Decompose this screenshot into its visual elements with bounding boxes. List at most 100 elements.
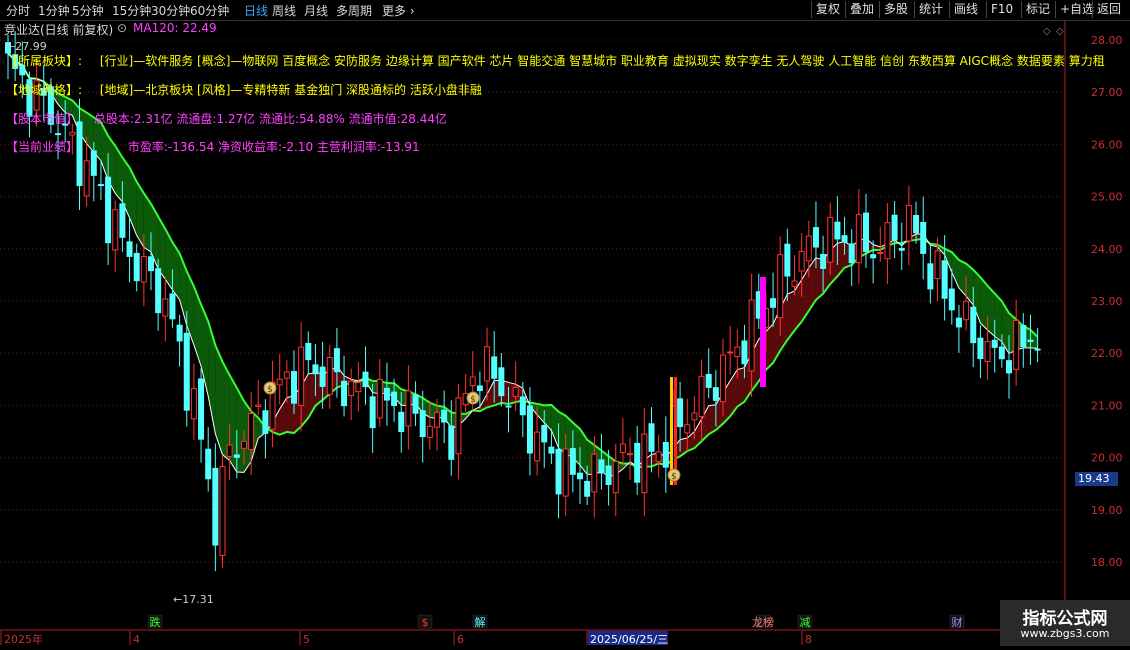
candle-body: [827, 216, 834, 263]
candle-body: [748, 299, 755, 372]
candle-body: [720, 354, 726, 403]
x-tick-label: 8: [805, 633, 812, 646]
candle-body: [791, 280, 798, 287]
candle-body: [484, 346, 491, 382]
low-annotation: ←17.31: [173, 593, 214, 606]
candle-body: [126, 241, 133, 257]
event-marker-3: 龙榜: [752, 615, 774, 629]
candle-body: [183, 332, 190, 411]
diamond-icon: ◇: [1056, 26, 1064, 37]
candle-body: [412, 394, 419, 414]
candle-body: [641, 433, 648, 494]
candle-body: [591, 453, 598, 493]
region-row: 【地域风格】: [地域]—北京板块 [风格]—专精特新 基金独门 深股通标的 活…: [6, 81, 482, 98]
trend-band: [958, 260, 967, 297]
candle-body: [233, 454, 240, 458]
y-tick-label: 18.00: [1091, 556, 1123, 569]
perf-text: 市盈率:-136.54 净资收益率:-2.10 主营利润率:-13.91: [127, 140, 420, 154]
candle-body: [291, 371, 297, 404]
y-tick-label: 26.00: [1091, 138, 1123, 151]
candle-body: [405, 390, 412, 427]
region-text: [地域]—北京板块 [风格]—专精特新 基金独门 深股通标的 活跃小盘非融: [99, 83, 482, 97]
candle-body: [434, 412, 440, 428]
candle-body: [848, 243, 855, 264]
candle-body: [698, 375, 705, 418]
event-marker-1: $: [422, 616, 429, 629]
y-tick-label: 25.00: [1091, 191, 1123, 204]
y-tick-label: 24.00: [1091, 243, 1123, 256]
candle-body: [148, 256, 154, 272]
candle-body: [948, 288, 955, 311]
event-marker-0: 跌: [150, 615, 161, 629]
y-tick-label: 21.00: [1091, 399, 1123, 412]
candle-body: [548, 446, 555, 454]
watermark-badge: 指标公式网 www.zbgs3.com: [1000, 600, 1130, 646]
candle-body: [577, 472, 583, 480]
x-tick-label: 2025/06/25/三: [590, 633, 668, 646]
x-tick-label: 6: [457, 633, 464, 646]
signal-bar-magenta: [760, 277, 766, 387]
candle-body: [984, 341, 991, 363]
candle-body: [691, 412, 698, 421]
candle-body: [212, 467, 219, 546]
candle-body: [498, 367, 505, 397]
candle-body: [1006, 360, 1012, 374]
candle-body: [569, 448, 576, 475]
event-marker-4: 减: [800, 616, 811, 629]
candle-body: [248, 413, 255, 451]
y-tick-label: 19.00: [1091, 504, 1123, 517]
event-marker-2: 解: [475, 615, 486, 629]
candle-body: [55, 133, 62, 136]
candle-body: [855, 214, 862, 264]
candle-body: [226, 444, 233, 457]
candle-body: [326, 356, 333, 395]
sector-text: [行业]—软件服务 [概念]—物联网 百度概念 安防服务 边缘计算 国产软件 芯…: [99, 54, 1105, 68]
candle-body: [376, 378, 383, 419]
candle-body: [913, 214, 920, 234]
candle-body: [155, 268, 162, 314]
candle-body: [448, 425, 455, 460]
dollar-signal-glyph: $: [267, 385, 273, 395]
candle-body: [812, 227, 819, 248]
candle-body: [512, 386, 519, 397]
watermark-url: www.zbgs3.com: [1020, 627, 1110, 640]
candle-body: [655, 451, 662, 462]
candle-body: [555, 448, 562, 495]
candle-body: [369, 396, 376, 429]
candle-body: [176, 324, 183, 342]
candle-body: [276, 378, 283, 386]
candle-body: [584, 480, 591, 497]
candle-body: [634, 442, 641, 483]
candle-body: [348, 380, 355, 397]
candle-body: [941, 260, 948, 299]
candle-body: [319, 366, 326, 387]
candle-body: [648, 423, 655, 452]
candle-body: [1034, 348, 1041, 351]
candle-body: [677, 398, 684, 428]
candle-body: [705, 373, 712, 388]
candle-body: [419, 410, 426, 438]
candle-body: [741, 340, 748, 365]
candle-body: [312, 364, 319, 375]
share-text: 总股本:2.31亿 流通盘:1.27亿 流通比:54.88% 流通市值:28.4…: [93, 112, 448, 126]
candle-body: [205, 448, 212, 480]
candle-body: [662, 441, 669, 468]
candle-body: [1027, 339, 1034, 343]
candle-body: [69, 131, 76, 136]
y-tick-label: 28.00: [1091, 34, 1123, 47]
candle-body: [905, 204, 912, 242]
candle-body: [112, 209, 119, 251]
trend-band: [537, 403, 545, 423]
candle-body: [534, 431, 541, 462]
event-marker-5: 财: [952, 615, 963, 629]
candle-body: [198, 378, 205, 440]
candle-body: [426, 425, 433, 438]
trend-band: [737, 367, 745, 407]
candle-body: [798, 250, 805, 272]
candle-body: [398, 411, 405, 433]
candle-body: [526, 405, 533, 454]
candle-body: [240, 440, 247, 449]
candle-body: [519, 396, 526, 416]
trend-band: [487, 380, 495, 408]
candle-body: [841, 235, 848, 243]
